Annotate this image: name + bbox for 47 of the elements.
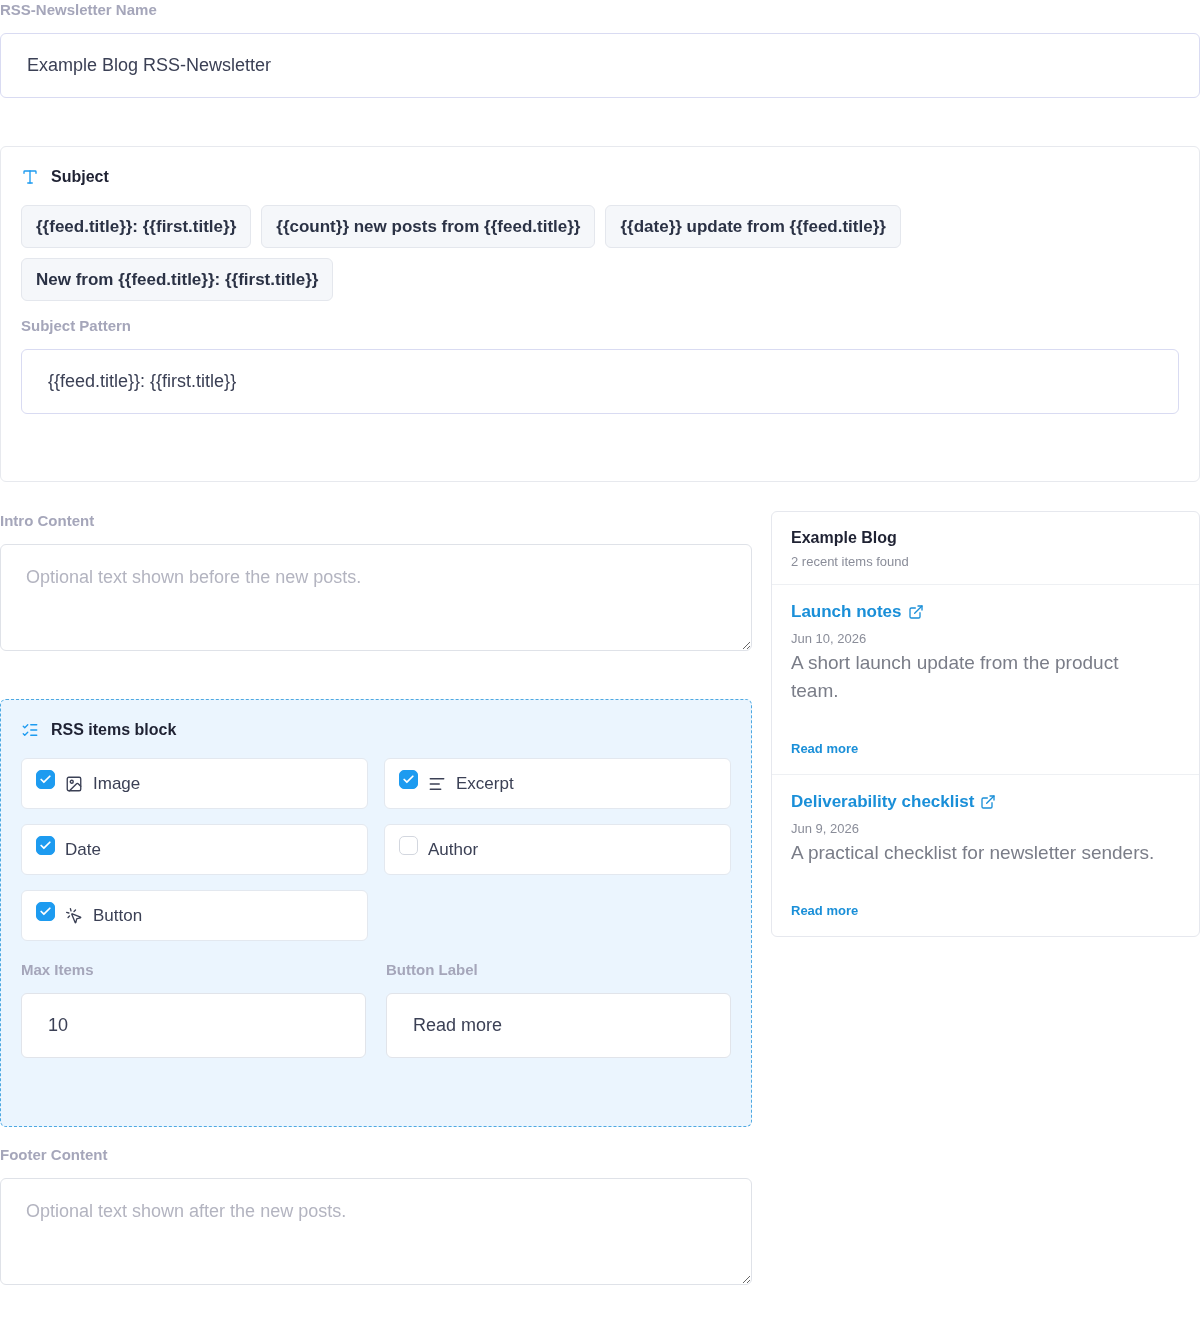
list-check-icon: [21, 721, 39, 739]
option-label: Author: [428, 839, 479, 860]
item-count: 2 recent items found: [791, 554, 910, 570]
subject-preset-chip[interactable]: {{count}} new posts from {{feed.title}}: [261, 205, 596, 248]
section-title: Subject: [51, 168, 109, 186]
post-date: Jun 10, 2026: [791, 631, 867, 647]
type-icon: [21, 168, 39, 186]
footer-content-field[interactable]: Optional text shown after the new posts.: [0, 1178, 752, 1285]
subject-preset-chip[interactable]: {{date}} update from {{feed.title}}: [605, 205, 901, 248]
post-date: Jun 9, 2026: [791, 821, 859, 837]
field-label: Subject Pattern: [21, 316, 133, 336]
post-title-link[interactable]: Launch notes: [791, 602, 924, 622]
checkbox[interactable]: [36, 770, 55, 789]
checkbox[interactable]: [36, 836, 55, 855]
check-icon: [39, 773, 52, 786]
post-excerpt: A short launch update from the product team.: [791, 651, 1120, 703]
check-icon: [402, 773, 415, 786]
option-label: Date: [65, 839, 101, 860]
checkbox[interactable]: [399, 770, 418, 789]
subject-preset-chip[interactable]: New from {{feed.title}}: {{first.title}}: [21, 258, 334, 301]
external-link-icon: [907, 604, 924, 620]
field-label: RSS-Newsletter Name: [0, 0, 158, 20]
check-icon: [39, 839, 52, 852]
post-excerpt: A practical checklist for newsletter senders.: [791, 841, 1155, 865]
field-label: Max Items: [21, 960, 95, 980]
field-label: Button Label: [386, 960, 479, 980]
external-link-icon: [980, 794, 997, 810]
read-more-link[interactable]: Read more: [791, 903, 859, 919]
checkbox[interactable]: [36, 902, 55, 921]
subject-pattern-field[interactable]: {{feed.title}}: {{first.title}}: [21, 349, 1179, 414]
feed-title: Example Blog: [791, 528, 898, 548]
option-label: Button: [93, 905, 143, 926]
option-label: Image: [93, 773, 141, 794]
option-label: Excerpt: [456, 773, 514, 794]
check-icon: [39, 905, 52, 918]
section-title: RSS items block: [51, 721, 177, 739]
newsletter-name-field[interactable]: Example Blog RSS-Newsletter: [0, 33, 1200, 98]
pointer-click-icon: [65, 906, 83, 925]
field-label: Intro Content: [0, 511, 96, 531]
image-icon: [65, 774, 83, 793]
read-more-link[interactable]: Read more: [791, 741, 859, 757]
intro-content-field[interactable]: Optional text shown before the new posts.: [0, 544, 752, 651]
post-title-link[interactable]: Deliverability checklist: [791, 792, 997, 812]
subject-preset-chip[interactable]: {{feed.title}}: {{first.title}}: [21, 205, 252, 248]
button-label-field[interactable]: Read more: [386, 993, 731, 1058]
max-items-field[interactable]: 10: [21, 993, 366, 1058]
field-label: Footer Content: [0, 1145, 109, 1165]
